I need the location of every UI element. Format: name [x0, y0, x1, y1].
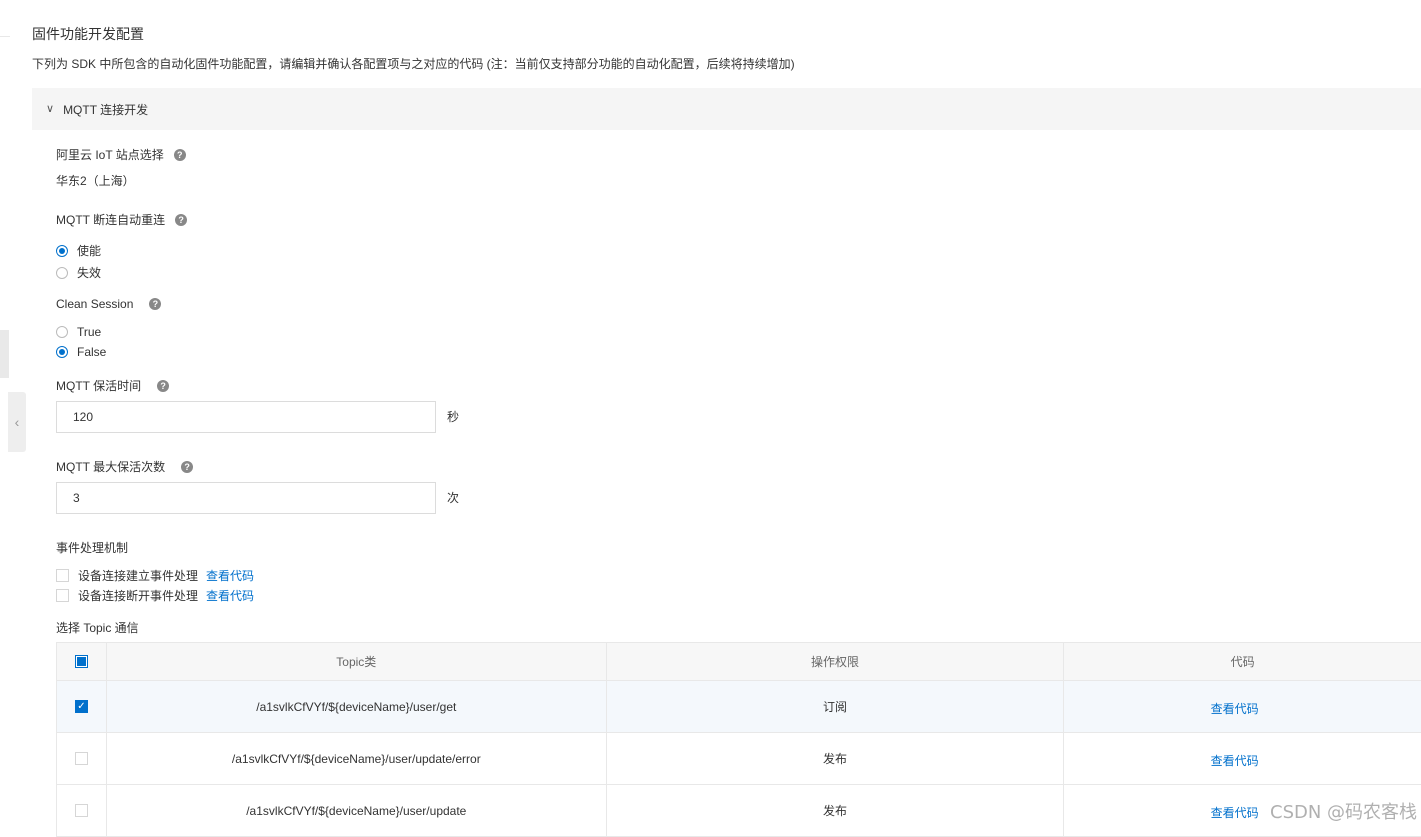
- max-keepalive-label: MQTT 最大保活次数: [56, 460, 166, 474]
- site-label-row: 阿里云 IoT 站点选择 ?: [56, 146, 186, 163]
- radio-label: 使能: [77, 244, 102, 258]
- page-title: 固件功能开发配置: [32, 26, 144, 42]
- help-icon[interactable]: ?: [157, 379, 170, 392]
- help-icon[interactable]: ?: [173, 148, 186, 161]
- keepalive-input[interactable]: [56, 401, 436, 433]
- topic-cell: /a1svlkCfVYf/${deviceName}/user/get: [107, 681, 607, 732]
- chevron-down-icon: ∨: [46, 102, 55, 115]
- code-cell: 查看代码: [1064, 681, 1421, 732]
- radio-label: False: [77, 345, 107, 359]
- chevron-left-icon: ‹: [14, 414, 20, 430]
- topics-label: 选择 Topic 通信: [56, 621, 139, 635]
- sidebar-edge: [0, 330, 9, 378]
- site-value: 华东2（上海）: [56, 174, 135, 188]
- keepalive-unit: 秒: [447, 410, 460, 424]
- clean-session-label-row: Clean Session ?: [56, 297, 162, 311]
- row-select-cell: ✓: [57, 681, 107, 732]
- watermark: CSDN @码农客栈: [1270, 802, 1418, 823]
- table-header: Topic类 操作权限 代码: [57, 643, 1421, 680]
- reconnect-option-disable[interactable]: 失效: [56, 264, 101, 281]
- select-all-checkbox[interactable]: [74, 655, 88, 668]
- view-code-link[interactable]: 查看代码: [1211, 700, 1259, 717]
- table-row[interactable]: /a1svlkCfVYf/${deviceName}/user/update/e…: [57, 732, 1421, 784]
- view-code-link[interactable]: 查看代码: [206, 587, 254, 604]
- help-icon[interactable]: ?: [175, 213, 188, 226]
- mqtt-panel-header[interactable]: ∨ MQTT 连接开发: [32, 88, 1421, 130]
- radio-button[interactable]: [56, 266, 68, 279]
- help-icon[interactable]: ?: [149, 298, 162, 310]
- column-header: 代码: [1230, 655, 1255, 669]
- keepalive-label-row: MQTT 保活时间 ?: [56, 377, 170, 394]
- reconnect-option-enable[interactable]: 使能: [56, 242, 101, 259]
- panel-title: MQTT 连接开发: [63, 102, 149, 117]
- page-description: 下列为 SDK 中所包含的自动化固件功能配置，请编辑并确认各配置项与之对应的代码…: [32, 57, 795, 71]
- topic-table: Topic类 操作权限 代码 ✓ /a1svlkCfVYf/${deviceNa…: [56, 642, 1421, 837]
- topic-cell: /a1svlkCfVYf/${deviceName}/user/update: [107, 785, 607, 836]
- events-label: 事件处理机制: [56, 541, 129, 555]
- clean-session-option-true[interactable]: True: [56, 325, 101, 339]
- event-item-disconnect[interactable]: 设备连接断开事件处理 查看代码: [56, 587, 254, 604]
- topic-cell: /a1svlkCfVYf/${deviceName}/user/update/e…: [107, 733, 607, 784]
- select-all-cell: [57, 643, 107, 680]
- clean-session-option-false[interactable]: False: [56, 345, 106, 359]
- checkbox[interactable]: [56, 589, 69, 602]
- radio-label: True: [77, 325, 102, 339]
- event-label: 设备连接断开事件处理: [78, 589, 199, 603]
- permission-cell: 发布: [607, 785, 1065, 836]
- row-select-cell: [57, 733, 107, 784]
- row-select-cell: [57, 785, 107, 836]
- reconnect-label: MQTT 断连自动重连: [56, 213, 166, 227]
- view-code-link[interactable]: 查看代码: [206, 567, 254, 584]
- help-icon[interactable]: ?: [181, 460, 194, 473]
- max-keepalive-unit: 次: [447, 491, 460, 505]
- radio-button[interactable]: [56, 346, 68, 358]
- checkbox[interactable]: [56, 569, 69, 582]
- clean-session-label: Clean Session: [56, 297, 134, 311]
- row-checkbox[interactable]: [74, 752, 88, 765]
- column-header: 操作权限: [607, 643, 1065, 680]
- table-row[interactable]: /a1svlkCfVYf/${deviceName}/user/update 发…: [57, 784, 1421, 836]
- permission-cell: 订阅: [607, 681, 1065, 732]
- sidebar-collapse-handle[interactable]: ‹: [8, 392, 26, 452]
- top-divider: [0, 36, 10, 37]
- radio-button[interactable]: [56, 244, 68, 257]
- event-label: 设备连接建立事件处理: [78, 569, 199, 583]
- permission-cell: 发布: [607, 733, 1065, 784]
- site-label: 阿里云 IoT 站点选择: [56, 148, 164, 162]
- event-item-connect[interactable]: 设备连接建立事件处理 查看代码: [56, 567, 254, 584]
- radio-button[interactable]: [56, 326, 68, 338]
- max-keepalive-input[interactable]: [56, 482, 436, 514]
- table-row[interactable]: ✓ /a1svlkCfVYf/${deviceName}/user/get 订阅…: [57, 680, 1421, 732]
- view-code-link[interactable]: 查看代码: [1211, 752, 1259, 769]
- column-header: Topic类: [107, 643, 607, 680]
- radio-label: 失效: [77, 266, 102, 280]
- code-cell: 查看代码: [1064, 733, 1421, 784]
- row-checkbox[interactable]: ✓: [74, 700, 88, 713]
- reconnect-label-row: MQTT 断连自动重连 ?: [56, 211, 188, 228]
- view-code-link[interactable]: 查看代码: [1211, 804, 1259, 821]
- row-checkbox[interactable]: [74, 804, 88, 817]
- max-keepalive-label-row: MQTT 最大保活次数 ?: [56, 458, 194, 475]
- keepalive-label: MQTT 保活时间: [56, 379, 142, 393]
